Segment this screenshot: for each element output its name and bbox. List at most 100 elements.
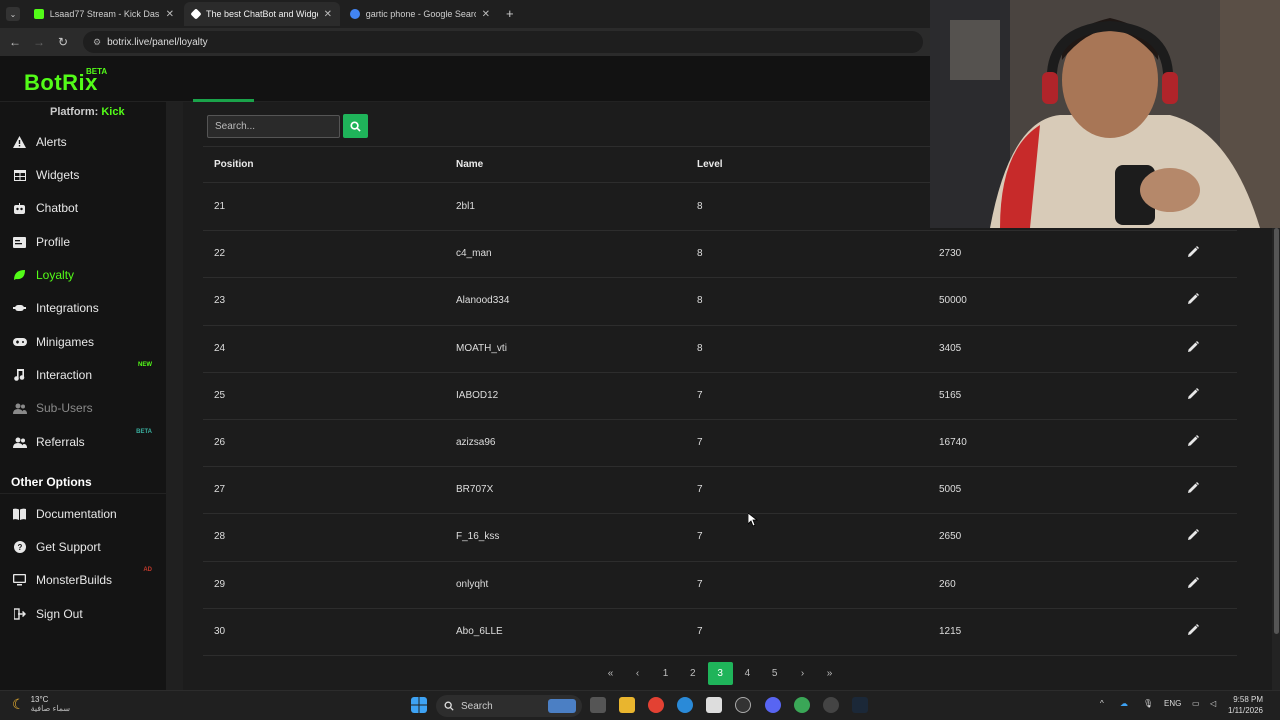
webcam-overlay [930, 0, 1280, 228]
next-page-icon[interactable]: › [790, 662, 815, 685]
browser-tab-botrix[interactable]: The best ChatBot and Widgets ✕ [184, 2, 340, 26]
sidebar-item-chatbot[interactable]: Chatbot [12, 198, 162, 218]
edge-icon[interactable] [677, 697, 693, 713]
tab-list-chevron-icon[interactable]: ⌄ [6, 7, 20, 21]
position-cell: 21 [214, 201, 226, 212]
name-cell: IABOD12 [456, 389, 499, 401]
sidebar-item-label: Alerts [36, 135, 67, 149]
chrome-icon[interactable] [648, 697, 664, 713]
weather-widget[interactable]: ☾ 13°C سماء صافية [12, 695, 70, 713]
file-explorer-icon[interactable] [619, 697, 635, 713]
browser-tab-google[interactable]: gartic phone - Google Search ✕ [342, 2, 498, 26]
question-icon: ? [12, 540, 27, 554]
url-text: botrix.live/panel/loyalty [107, 36, 208, 48]
name-cell: BR707X [456, 484, 494, 496]
forward-icon[interactable]: → [27, 35, 51, 49]
level-cell: 8 [697, 342, 703, 354]
obs-icon[interactable] [823, 697, 839, 713]
warning-icon [12, 135, 27, 149]
edit-pencil-icon[interactable] [1187, 435, 1199, 447]
position-cell: 23 [214, 295, 226, 307]
sidebar-item-monsterbuilds[interactable]: MonsterBuilds AD [12, 567, 162, 590]
microphone-icon[interactable]: 🎙 [1143, 699, 1153, 708]
sidebar-item-label: MonsterBuilds [36, 573, 113, 587]
name-cell: 2bl1 [456, 201, 475, 212]
google-favicon-icon [350, 9, 360, 19]
close-tab-icon[interactable]: ✕ [324, 9, 332, 20]
sidebar-item-integrations[interactable]: Integrations [12, 298, 162, 318]
sidebar-item-referrals[interactable]: Referrals BETA [12, 429, 162, 452]
row-divider [203, 277, 1237, 279]
last-page-icon[interactable]: » [817, 662, 842, 685]
edit-pencil-icon[interactable] [1187, 340, 1199, 353]
tray-chevron-icon[interactable]: ^ [1100, 699, 1104, 708]
chrome-active-icon[interactable] [794, 697, 810, 713]
taskbar-search-label: Search [461, 700, 493, 712]
sidebar-item-sign-out[interactable]: Sign Out [12, 604, 162, 624]
page-5-button[interactable]: 5 [762, 662, 787, 685]
url-field[interactable]: ⚙ botrix.live/panel/loyalty [83, 31, 923, 53]
sidebar-item-sub-users[interactable]: Sub-Users [12, 398, 162, 418]
store-icon[interactable] [706, 697, 722, 713]
sidebar-item-interaction[interactable]: Interaction NEW [12, 362, 162, 385]
sidebar-item-widgets[interactable]: Widgets [12, 165, 162, 185]
row-divider [203, 655, 1237, 656]
page-2-button[interactable]: 2 [680, 662, 705, 685]
position-cell: 26 [214, 437, 226, 448]
level-cell: 7 [697, 531, 703, 543]
sidebar-item-minigames[interactable]: Minigames [12, 332, 162, 352]
search-input[interactable]: Search... [207, 115, 340, 138]
app-icon[interactable] [735, 697, 751, 713]
points-cell: 3405 [939, 342, 962, 354]
page-4-button[interactable]: 4 [735, 662, 760, 685]
page-1-button[interactable]: 1 [653, 662, 678, 685]
edit-pencil-icon[interactable] [1187, 293, 1199, 305]
back-icon[interactable]: ← [3, 35, 27, 49]
sidebar-item-documentation[interactable]: Documentation [12, 504, 162, 524]
close-tab-icon[interactable]: ✕ [166, 9, 174, 20]
plus-icon[interactable]: + [506, 6, 514, 21]
edit-pencil-icon[interactable] [1187, 246, 1199, 258]
level-cell: 7 [697, 437, 703, 448]
task-view-icon[interactable] [590, 697, 606, 713]
sidebar-item-profile[interactable]: Profile [12, 232, 162, 252]
platform-value: Kick [101, 106, 125, 118]
sidebar-item-label: Referrals [36, 435, 85, 449]
points-cell: 16740 [939, 437, 967, 448]
first-page-icon[interactable]: « [598, 662, 623, 685]
moon-icon: ☾ [12, 695, 25, 712]
page-3-button[interactable]: 3 [707, 662, 733, 685]
music-icon [12, 368, 27, 382]
edit-pencil-icon[interactable] [1187, 387, 1199, 400]
network-icon[interactable]: ▭ [1192, 699, 1200, 708]
reload-icon[interactable]: ↻ [51, 35, 75, 49]
onedrive-icon[interactable]: ☁ [1120, 699, 1128, 708]
language-indicator[interactable]: ENG [1164, 699, 1181, 708]
page-scrollbar-thumb[interactable] [1274, 228, 1279, 634]
edit-pencil-icon[interactable] [1187, 482, 1199, 494]
steam-icon[interactable] [852, 697, 868, 713]
sidebar-item-loyalty[interactable]: Loyalty [12, 265, 162, 285]
sidebar-item-label: Sub-Users [36, 401, 93, 415]
edit-pencil-icon[interactable] [1187, 576, 1199, 589]
search-highlight-icon [548, 699, 576, 713]
points-cell: 2730 [939, 248, 962, 260]
volume-icon[interactable]: ◁ [1210, 699, 1216, 708]
level-cell: 7 [697, 625, 703, 637]
sidebar [0, 102, 166, 690]
site-info-icon[interactable]: ⚙ [93, 37, 101, 48]
row-divider [203, 419, 1237, 420]
sidebar-item-alerts[interactable]: Alerts [12, 132, 162, 152]
system-clock[interactable]: 9:58 PM 1/11/2026 [1228, 694, 1263, 716]
discord-icon[interactable] [765, 697, 781, 713]
search-button[interactable] [343, 114, 368, 138]
prev-page-icon[interactable]: ‹ [625, 662, 650, 685]
browser-tab-kick[interactable]: Lsaad77 Stream - Kick Dashbo ✕ [26, 2, 182, 26]
sidebar-item-get-support[interactable]: ? Get Support [12, 537, 162, 557]
close-tab-icon[interactable]: ✕ [482, 9, 490, 20]
taskbar-search[interactable]: Search [436, 695, 582, 717]
windows-start-icon[interactable] [411, 697, 427, 713]
edit-pencil-icon[interactable] [1187, 623, 1199, 636]
edit-pencil-icon[interactable] [1187, 529, 1199, 541]
position-cell: 29 [214, 578, 226, 590]
